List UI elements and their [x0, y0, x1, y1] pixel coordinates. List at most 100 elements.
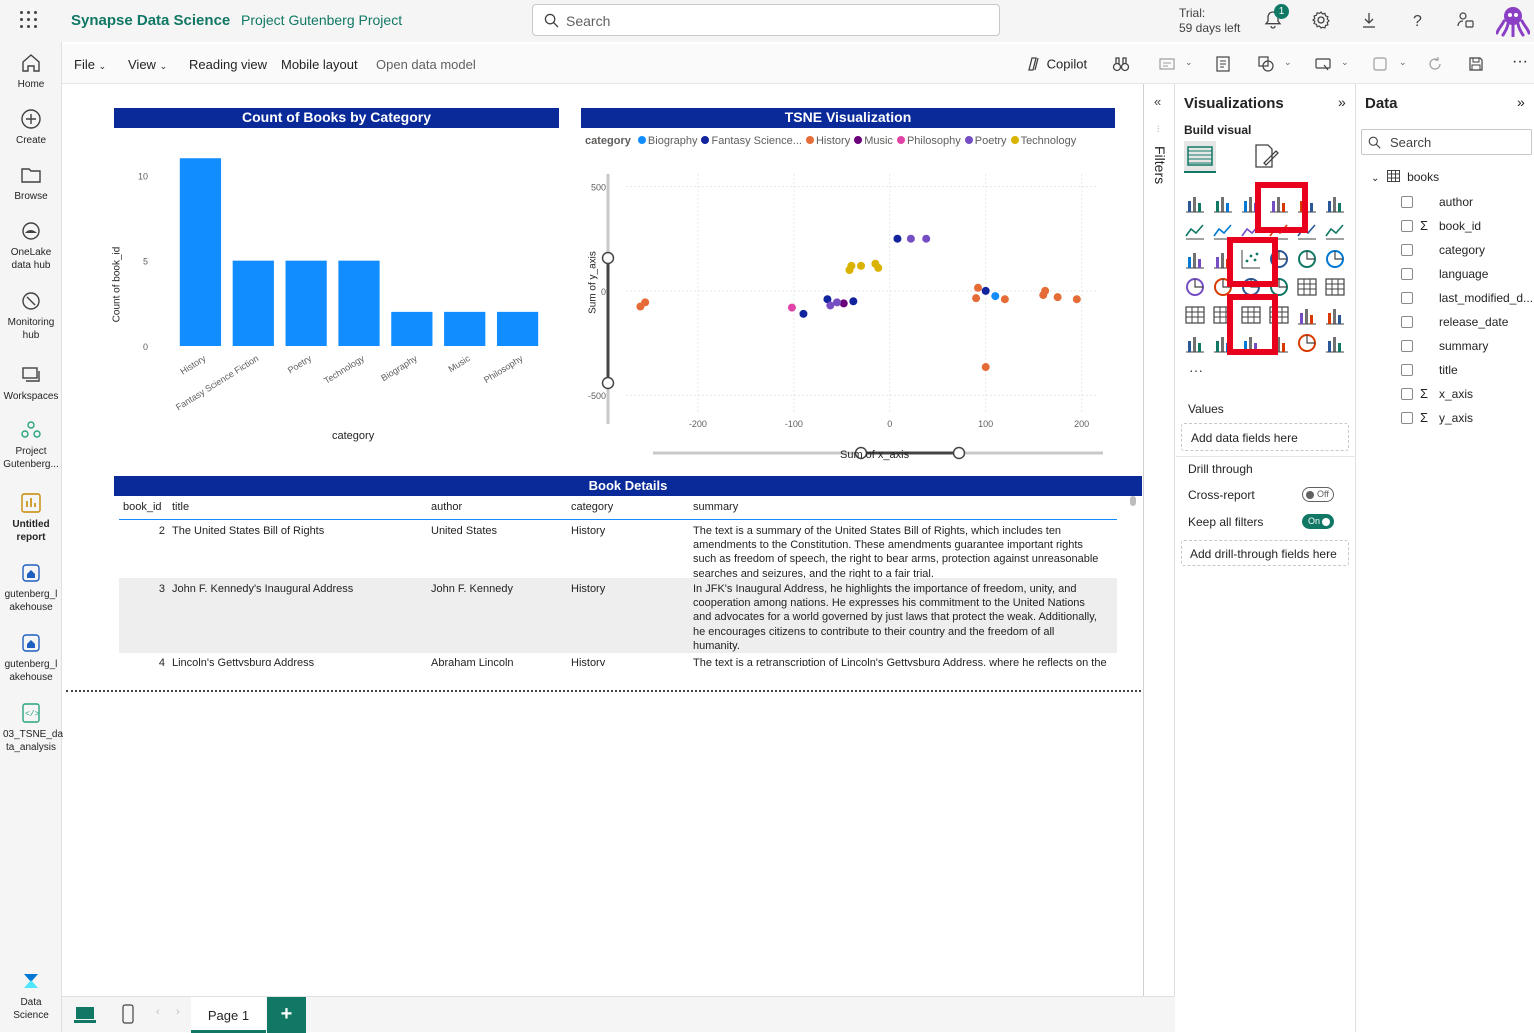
bar[interactable] — [338, 260, 380, 346]
nav-data-science[interactable]: Data Science — [0, 970, 62, 1022]
legend-item[interactable]: Poetry — [964, 135, 1007, 147]
scatter-point[interactable] — [981, 363, 990, 372]
copilot-button[interactable]: Copilot — [1025, 55, 1087, 73]
table-row[interactable]: 4 Lincoln's Gettysburg Address Abraham L… — [119, 653, 1117, 666]
keep-all-filters-toggle[interactable]: On — [1302, 514, 1334, 529]
stacked-bar-chart-icon[interactable] — [1184, 192, 1206, 214]
legend-item[interactable]: Technology — [1010, 135, 1076, 147]
user-avatar[interactable] — [1495, 3, 1531, 38]
nav-lakehouse-2[interactable]: gutenberg_l akehouse — [0, 632, 62, 684]
nav-lakehouse-1[interactable]: gutenberg_l akehouse — [0, 562, 62, 614]
stacked-column-chart-icon[interactable] — [1212, 192, 1234, 214]
bar[interactable] — [391, 311, 433, 346]
drill-through-drop-zone[interactable]: Add drill-through fields here — [1181, 540, 1349, 566]
image-icon[interactable] — [1371, 55, 1389, 73]
save-icon[interactable] — [1467, 55, 1485, 73]
filters-pane-collapsed[interactable]: « ⫶ Filters — [1143, 84, 1175, 996]
bar-chart[interactable]: 0510HistoryFantasy Science Fiction Poetry… — [114, 134, 574, 454]
scatter-point[interactable] — [849, 297, 858, 306]
y-zoom-handle-bottom[interactable] — [601, 376, 615, 390]
legend-item[interactable]: Philosophy — [896, 135, 961, 147]
share-feedback-button[interactable] — [1455, 10, 1477, 32]
more-options-icon[interactable]: ··· — [1512, 53, 1528, 71]
power-automate-icon[interactable] — [1324, 332, 1346, 354]
book-details-table[interactable]: book_id title author category summary 2 … — [114, 496, 1142, 666]
settings-button[interactable] — [1311, 10, 1333, 32]
field-checkbox[interactable] — [1401, 196, 1413, 208]
col-book-id[interactable]: book_id — [123, 500, 162, 514]
global-search-input[interactable]: Search — [532, 4, 1000, 36]
ribbon-chart-icon[interactable] — [1324, 220, 1346, 242]
collapse-viz-pane-icon[interactable]: » — [1338, 94, 1346, 110]
add-page-button[interactable]: + — [267, 997, 306, 1033]
scatter-point[interactable] — [972, 294, 981, 303]
format-visual-tab[interactable] — [1250, 141, 1282, 173]
text-box-icon[interactable] — [1158, 55, 1176, 73]
file-menu[interactable]: File ⌄ — [74, 57, 106, 72]
scatter-point[interactable] — [826, 301, 835, 310]
nav-monitoring[interactable]: Monitoring hub — [0, 290, 62, 342]
field-checkbox[interactable] — [1401, 340, 1413, 352]
scatter-point[interactable] — [845, 266, 854, 274]
legend-item[interactable]: Music — [854, 135, 893, 147]
open-data-model-button[interactable]: Open data model — [376, 57, 476, 72]
scatter-point[interactable] — [874, 263, 883, 272]
reading-view-button[interactable]: Reading view — [189, 57, 267, 72]
chevron-down-icon[interactable]: ⌄ — [1284, 57, 1292, 68]
notifications-button[interactable]: 1 — [1263, 4, 1289, 32]
scatter-point[interactable] — [1053, 293, 1062, 302]
trial-status[interactable]: Trial: 59 days left — [1179, 6, 1240, 36]
mobile-layout-button[interactable]: Mobile layout — [281, 57, 358, 72]
view-menu[interactable]: View ⌄ — [128, 57, 167, 72]
nav-browse[interactable]: Browse — [0, 164, 62, 203]
filters-label[interactable]: Filters — [1146, 144, 1172, 194]
nav-untitled-report[interactable]: Untitled report — [0, 492, 62, 544]
scatter-point[interactable] — [1041, 286, 1050, 295]
smart-narrative-icon[interactable] — [1214, 55, 1232, 73]
bar[interactable] — [232, 260, 274, 346]
col-title[interactable]: title — [172, 500, 189, 514]
next-page-icon[interactable]: › — [176, 1006, 180, 1018]
field-checkbox[interactable] — [1401, 364, 1413, 376]
chevron-down-icon[interactable]: ⌄ — [1399, 57, 1407, 68]
field-checkbox[interactable] — [1401, 292, 1413, 304]
page-tab-1[interactable]: Page 1 — [191, 997, 266, 1033]
legend-item[interactable]: Biography — [637, 135, 697, 147]
chevron-down-icon[interactable]: ⌄ — [1185, 57, 1193, 68]
values-drop-zone[interactable]: Add data fields here — [1181, 423, 1349, 451]
mobile-layout-icon[interactable] — [122, 1004, 134, 1024]
brand-name[interactable]: Synapse Data Science — [71, 12, 230, 29]
x-zoom-handle-right[interactable] — [952, 446, 966, 460]
multi-row-card-icon[interactable] — [1324, 276, 1346, 298]
nav-onelake[interactable]: OneLake data hub — [0, 220, 62, 272]
collapse-data-pane-icon[interactable]: » — [1517, 94, 1525, 110]
download-button[interactable] — [1359, 10, 1381, 32]
qa-icon[interactable] — [1184, 332, 1206, 354]
col-summary[interactable]: summary — [693, 500, 738, 514]
desktop-layout-icon[interactable] — [74, 1006, 96, 1024]
refresh-icon[interactable] — [1426, 55, 1444, 73]
col-category[interactable]: category — [571, 500, 613, 514]
bar[interactable] — [179, 158, 222, 346]
field-checkbox[interactable] — [1401, 316, 1413, 328]
treemap-icon[interactable] — [1324, 248, 1346, 270]
scatter-point[interactable] — [922, 234, 931, 243]
field-checkbox[interactable] — [1401, 220, 1413, 232]
scatter-point[interactable] — [641, 298, 650, 307]
chevron-down-icon[interactable]: ⌄ — [1371, 173, 1379, 184]
scatter-point[interactable] — [1000, 295, 1009, 304]
map-icon[interactable] — [1184, 276, 1206, 298]
nav-notebook[interactable]: </> 03_TSNE_da ta_analysis — [0, 702, 63, 754]
field-checkbox[interactable] — [1401, 268, 1413, 280]
expand-icon[interactable]: « — [1154, 94, 1161, 109]
decomposition-tree-icon[interactable] — [1324, 304, 1346, 326]
legend-item[interactable]: Fantasy Science... — [701, 135, 802, 147]
project-name[interactable]: Project Gutenberg Project — [241, 12, 402, 28]
tsne-legend[interactable]: category Biography Fantasy Science... Hist… — [585, 135, 1080, 147]
line-chart-icon[interactable] — [1184, 220, 1206, 242]
col-author[interactable]: author — [431, 500, 462, 514]
app-launcher-icon[interactable] — [20, 11, 38, 29]
data-search-input[interactable]: Search — [1361, 129, 1532, 155]
key-influencers-icon[interactable] — [1296, 304, 1318, 326]
nav-project[interactable]: Project Gutenberg... — [0, 419, 62, 471]
